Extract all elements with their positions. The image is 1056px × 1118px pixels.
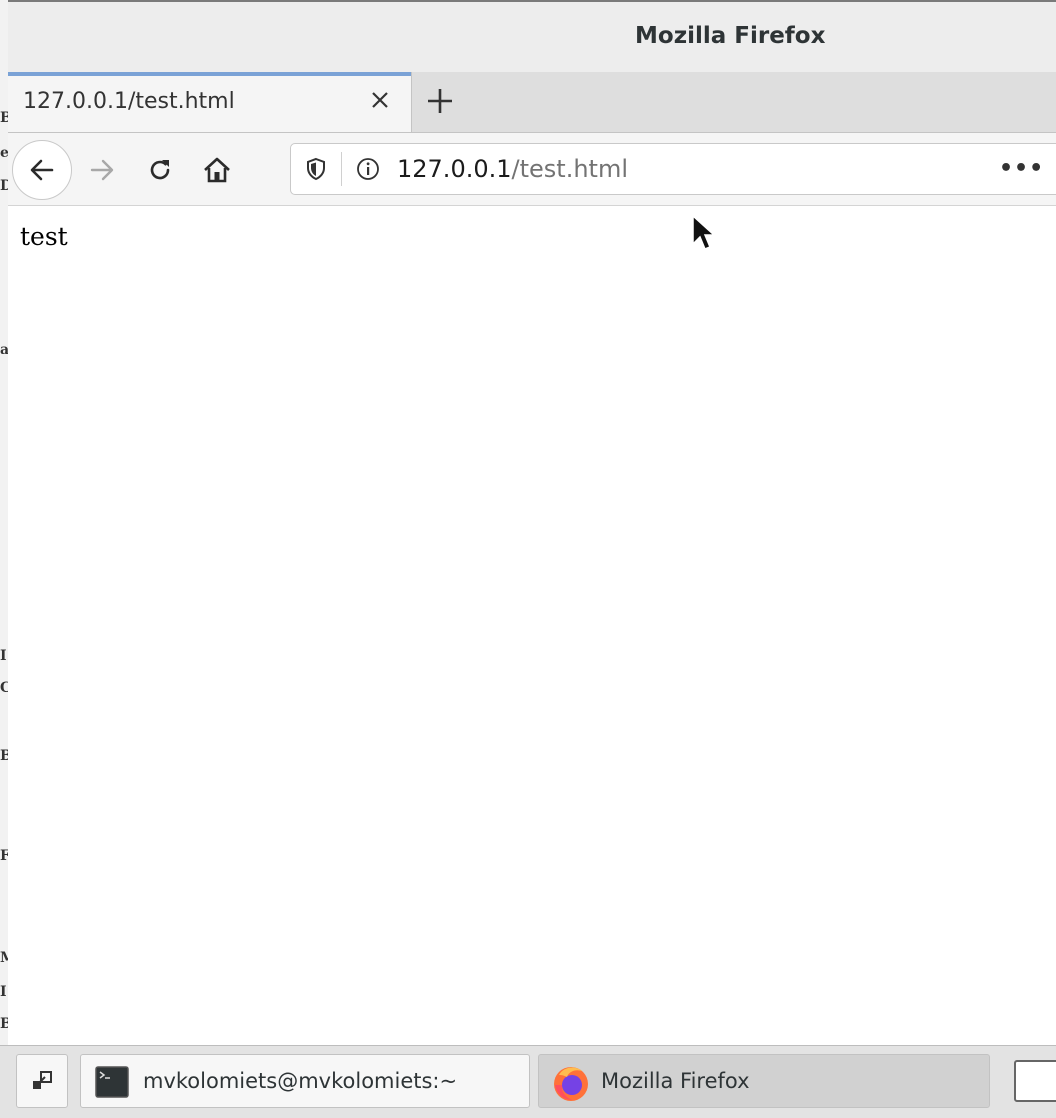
tab-bar: 127.0.0.1/test.html <box>8 72 1056 133</box>
page-actions-menu-icon[interactable]: ••• <box>999 156 1044 181</box>
mouse-cursor-icon <box>692 214 716 250</box>
terminal-icon <box>95 1066 129 1098</box>
url-host: 127.0.0.1 <box>397 155 512 183</box>
forward-button[interactable] <box>74 142 130 198</box>
taskbar: mvkolomiets@mvkolomiets:~ Mozilla Firefo… <box>0 1045 1056 1118</box>
workspace-switcher[interactable] <box>1014 1060 1056 1102</box>
home-icon <box>204 157 230 183</box>
site-info-icon[interactable] <box>355 156 381 182</box>
reload-button[interactable] <box>132 142 188 198</box>
reload-icon <box>150 160 170 180</box>
active-tab-indicator <box>8 72 411 76</box>
urlbar-divider <box>341 152 342 186</box>
home-button[interactable] <box>189 142 245 198</box>
taskbar-item-firefox[interactable]: Mozilla Firefox <box>538 1054 990 1108</box>
url-path: /test.html <box>511 155 628 183</box>
taskbar-item-label: mvkolomiets@mvkolomiets:~ <box>143 1069 458 1093</box>
window-title: Mozilla Firefox <box>635 23 826 49</box>
tab-test-html[interactable]: 127.0.0.1/test.html <box>8 72 412 132</box>
new-tab-icon[interactable] <box>423 84 457 118</box>
url-text[interactable]: 127.0.0.1/test.html <box>397 155 628 183</box>
firefox-icon <box>554 1067 588 1101</box>
taskbar-item-label: Mozilla Firefox <box>601 1069 750 1093</box>
close-tab-icon[interactable] <box>366 86 394 114</box>
page-body-text: test <box>20 222 68 251</box>
address-bar[interactable]: 127.0.0.1/test.html ••• <box>290 143 1056 195</box>
tracking-protection-shield-icon[interactable] <box>303 156 329 182</box>
page-content: test <box>8 206 1056 1047</box>
title-bar[interactable]: Mozilla Firefox <box>8 2 1056 73</box>
show-desktop-icon <box>33 1071 52 1089</box>
background-window-edge: BeD aIC BFM IB <box>0 0 8 1118</box>
back-arrow-icon <box>30 159 54 181</box>
show-desktop-button[interactable] <box>16 1054 68 1108</box>
back-button[interactable] <box>12 140 72 200</box>
forward-arrow-icon <box>90 159 114 181</box>
navigation-toolbar: 127.0.0.1/test.html ••• <box>8 133 1056 206</box>
tab-label: 127.0.0.1/test.html <box>23 89 235 114</box>
firefox-window: Mozilla Firefox 127.0.0.1/test.html 127.… <box>8 0 1056 1047</box>
taskbar-item-terminal[interactable]: mvkolomiets@mvkolomiets:~ <box>80 1054 530 1108</box>
